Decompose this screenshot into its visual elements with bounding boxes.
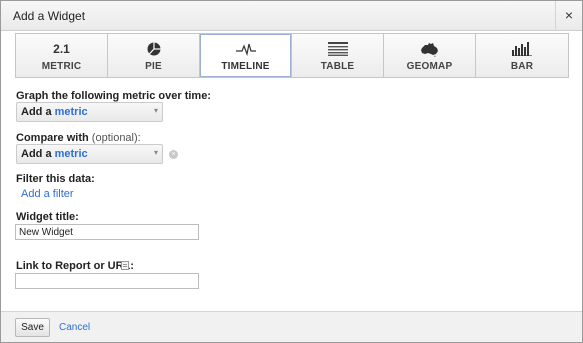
tab-label: PIE	[145, 61, 162, 72]
select-text: Add a metric	[21, 106, 88, 118]
pie-chart-icon	[108, 41, 199, 57]
timeline-icon	[200, 41, 291, 57]
tab-pie[interactable]: PIE	[108, 34, 200, 77]
link-report-label: Link to Report or URL:	[16, 260, 134, 272]
tab-timeline[interactable]: TIMELINE	[200, 34, 292, 77]
table-icon	[292, 41, 383, 57]
compare-label-text: Compare with	[16, 132, 89, 144]
chevron-down-icon: ▾	[153, 106, 158, 115]
tab-bar[interactable]: BAR	[476, 34, 568, 77]
close-icon: ×	[564, 7, 574, 23]
save-button[interactable]: Save	[15, 318, 50, 337]
metric-icon: 2.1	[53, 42, 70, 56]
australia-map-icon	[384, 41, 475, 57]
chevron-down-icon: ▾	[153, 148, 158, 157]
dialog-titlebar: Add a Widget ×	[1, 1, 582, 31]
optional-text: (optional):	[91, 132, 141, 144]
filter-label: Filter this data:	[16, 173, 95, 185]
select-metric-word: metric	[54, 148, 88, 160]
widget-title-input[interactable]	[15, 224, 199, 240]
select-text: Add a metric	[21, 148, 88, 160]
close-button[interactable]: ×	[555, 1, 582, 30]
tab-label: TIMELINE	[221, 61, 270, 72]
tab-label: TABLE	[320, 61, 355, 72]
tab-metric[interactable]: 2.1 METRIC	[16, 34, 108, 77]
tab-label: BAR	[510, 61, 534, 72]
add-filter-link[interactable]: Add a filter	[21, 188, 74, 200]
tab-geomap[interactable]: GEOMAP	[384, 34, 476, 77]
remove-compare-icon[interactable]: ×	[169, 150, 178, 159]
add-widget-dialog: Add a Widget × 2.1 METRIC PIE TIMELINE T…	[0, 0, 583, 343]
select-prefix: Add a	[21, 106, 52, 118]
link-report-input[interactable]	[15, 273, 199, 289]
compare-label: Compare with (optional):	[16, 132, 141, 144]
tab-table[interactable]: TABLE	[292, 34, 384, 77]
widget-title-label: Widget title:	[16, 211, 79, 223]
widget-type-tabs: 2.1 METRIC PIE TIMELINE TABLE GEOMAP BAR	[15, 33, 569, 78]
select-prefix: Add a	[21, 148, 52, 160]
dialog-footer: Save Cancel	[1, 311, 582, 342]
report-picker-icon[interactable]	[121, 261, 129, 270]
tab-label: GEOMAP	[406, 61, 453, 72]
graph-metric-label: Graph the following metric over time:	[16, 90, 211, 102]
bar-chart-icon	[476, 41, 568, 57]
dialog-title: Add a Widget	[13, 9, 86, 23]
graph-metric-select[interactable]: Add a metric ▾	[16, 102, 163, 122]
select-metric-word: metric	[54, 106, 88, 118]
cancel-link[interactable]: Cancel	[59, 322, 90, 333]
compare-metric-select[interactable]: Add a metric ▾	[16, 144, 163, 164]
tab-label: METRIC	[41, 61, 82, 72]
